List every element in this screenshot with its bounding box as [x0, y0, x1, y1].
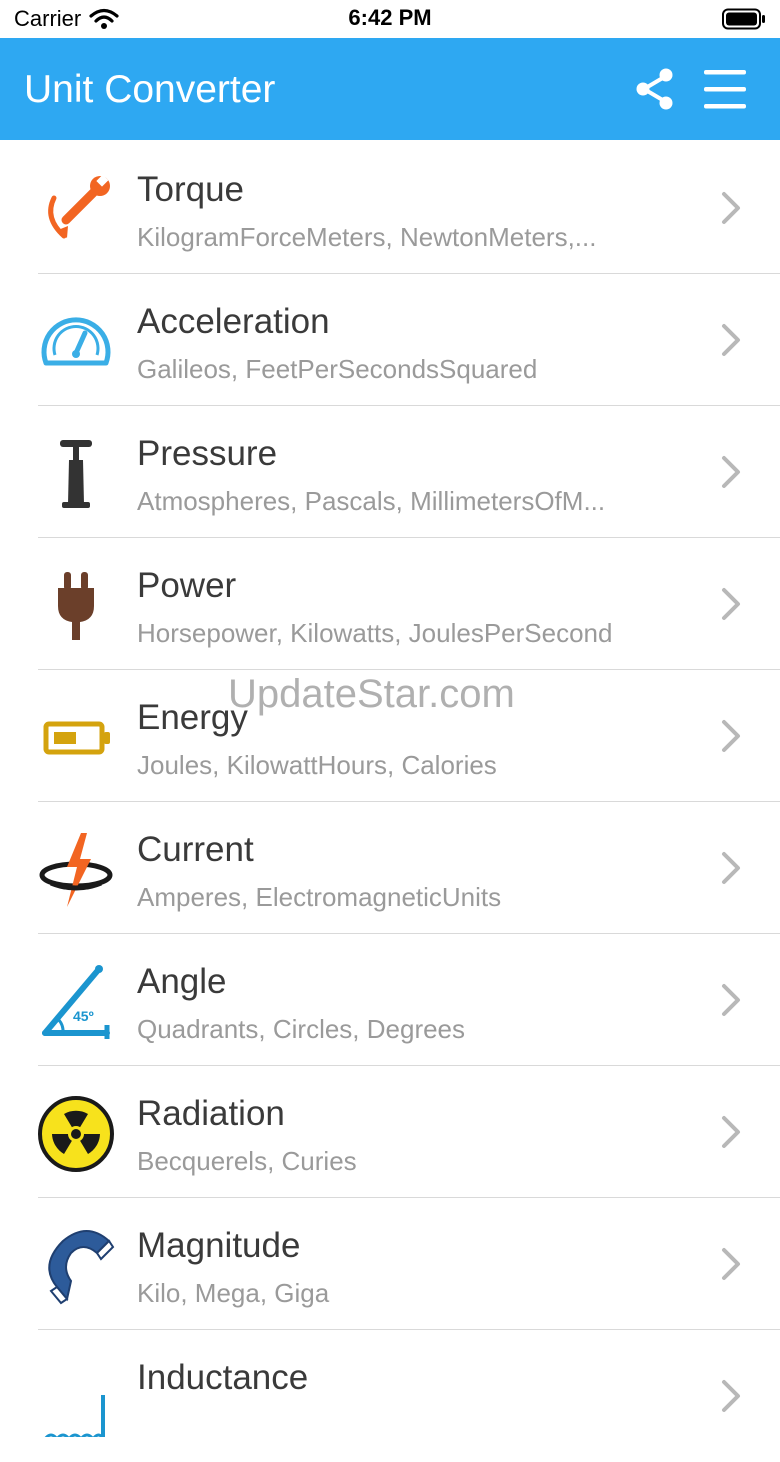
item-title: Power	[137, 566, 237, 605]
navigation-bar: Unit Converter	[0, 38, 780, 140]
list-item-acceleration[interactable]: Acceleration Galileos, FeetPerSecondsSqu…	[0, 274, 780, 406]
item-subtitle: Kilo, Mega, Giga	[137, 1278, 330, 1308]
item-title: Torque	[137, 170, 245, 209]
angle-label: 45º	[73, 1008, 94, 1024]
chevron-right-icon	[722, 1248, 740, 1280]
list-item-radiation[interactable]: Radiation Becquerels, Curies	[0, 1066, 780, 1198]
coil-icon	[36, 1358, 116, 1438]
list-item-power[interactable]: Power Horsepower, Kilowatts, JoulesPerSe…	[0, 538, 780, 670]
item-subtitle: Horsepower, Kilowatts, JoulesPerSecond	[137, 618, 613, 648]
battery-status-icon	[722, 8, 765, 30]
protractor-angle-icon: 45º	[36, 962, 116, 1042]
hamburger-menu-icon[interactable]	[700, 66, 750, 112]
list-item-current[interactable]: Current Amperes, ElectromagneticUnits	[0, 802, 780, 934]
list-item-magnitude[interactable]: Magnitude Kilo, Mega, Giga	[0, 1198, 780, 1330]
chevron-right-icon	[722, 324, 740, 356]
item-title: Acceleration	[137, 302, 330, 341]
share-icon[interactable]	[632, 66, 678, 112]
item-title: Inductance	[137, 1358, 309, 1397]
pump-icon	[36, 434, 116, 514]
chevron-right-icon	[722, 1380, 740, 1412]
chevron-right-icon	[722, 720, 740, 752]
item-subtitle: Becquerels, Curies	[137, 1146, 357, 1176]
list-item-inductance[interactable]: Inductance	[0, 1330, 780, 1462]
plug-icon	[36, 566, 116, 646]
item-title: Angle	[137, 962, 227, 1001]
item-subtitle: KilogramForceMeters, NewtonMeters,...	[137, 222, 597, 252]
lightning-ring-icon	[36, 830, 116, 910]
item-subtitle: Galileos, FeetPerSecondsSquared	[137, 354, 538, 384]
list-item-pressure[interactable]: Pressure Atmospheres, Pascals, Millimete…	[0, 406, 780, 538]
list-item-angle[interactable]: 45º Angle Quadrants, Circles, Degrees	[0, 934, 780, 1066]
chevron-right-icon	[722, 192, 740, 224]
item-title: Pressure	[137, 434, 278, 473]
wrench-icon	[36, 170, 116, 250]
item-subtitle: Quadrants, Circles, Degrees	[137, 1014, 466, 1044]
chevron-right-icon	[722, 1116, 740, 1148]
item-title: Current	[137, 830, 254, 869]
converter-list: Torque KilogramForceMeters, NewtonMeters…	[0, 142, 780, 1462]
item-subtitle: Amperes, ElectromagneticUnits	[137, 882, 502, 912]
chevron-right-icon	[722, 852, 740, 884]
battery-icon	[36, 698, 116, 778]
chevron-right-icon	[722, 588, 740, 620]
watermark-text: UpdateStar.com	[228, 672, 515, 716]
item-title: Radiation	[137, 1094, 285, 1133]
item-title: Magnitude	[137, 1226, 301, 1265]
clock: 6:42 PM	[348, 5, 432, 30]
item-subtitle: Atmospheres, Pascals, MillimetersOfM...	[137, 486, 606, 516]
speedometer-icon	[36, 302, 116, 382]
magnet-icon	[36, 1226, 116, 1306]
chevron-right-icon	[722, 456, 740, 488]
chevron-right-icon	[722, 984, 740, 1016]
radiation-icon	[36, 1094, 116, 1174]
page-title: Unit Converter	[24, 68, 276, 111]
status-bar: Carrier 6:42 PM	[0, 0, 780, 38]
item-subtitle: Joules, KilowattHours, Calories	[137, 750, 497, 780]
list-item-torque[interactable]: Torque KilogramForceMeters, NewtonMeters…	[0, 142, 780, 274]
